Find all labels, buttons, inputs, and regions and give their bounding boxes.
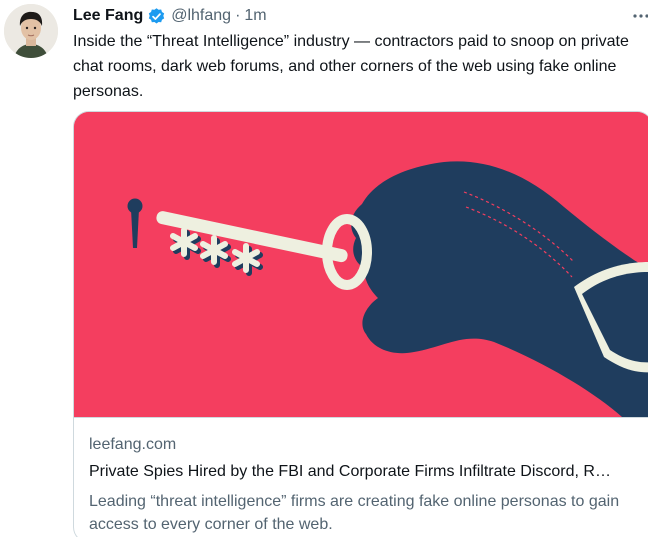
tweet-header: Lee Fang @lhfang · 1m [73, 5, 267, 27]
card-image[interactable] [74, 112, 648, 417]
card-description: Leading “threat intelligence” firms are … [89, 493, 620, 533]
tweet-text: Inside the “Threat Intelligence” industr… [73, 33, 629, 100]
verified-badge-icon [147, 7, 166, 26]
author-handle[interactable]: @lhfang [171, 7, 231, 25]
card-domain: leefang.com [89, 436, 177, 453]
author-name[interactable]: Lee Fang [73, 7, 143, 25]
timestamp[interactable]: 1m [244, 7, 266, 25]
separator-dot: · [235, 7, 241, 24]
card-title: Private Spies Hired by the FBI and Corpo… [89, 463, 611, 480]
tweet[interactable]: Lee Fang @lhfang · 1m Inside the “Threat… [0, 0, 648, 537]
link-card[interactable]: leefang.com Private Spies Hired by the F… [73, 111, 648, 537]
avatar[interactable] [4, 4, 58, 58]
card-info[interactable]: leefang.com Private Spies Hired by the F… [74, 417, 648, 537]
more-options-icon[interactable] [632, 9, 648, 21]
